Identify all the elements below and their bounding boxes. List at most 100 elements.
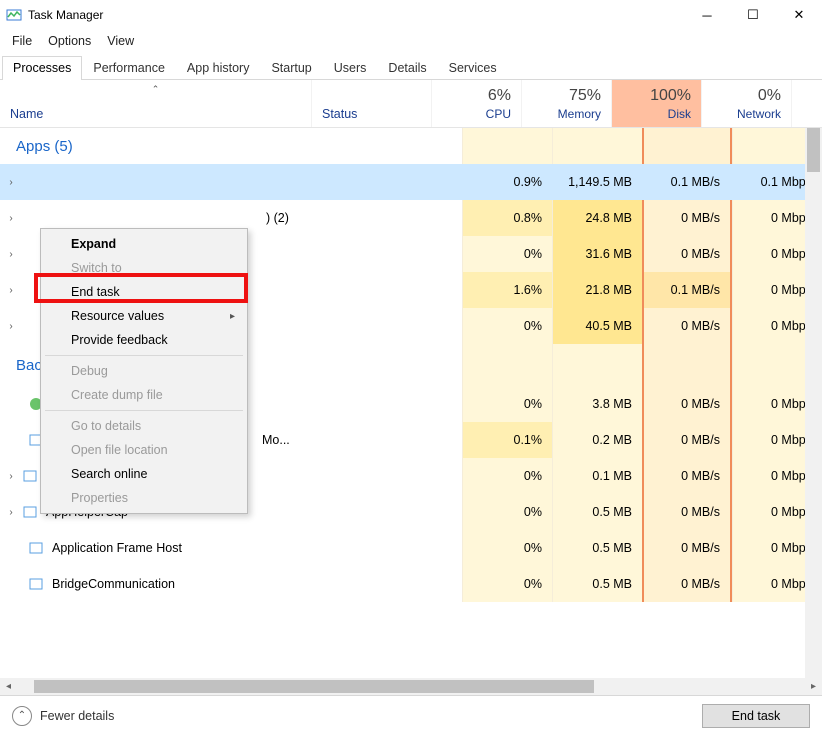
title-bar: Task Manager ─ ☐ ✕ <box>0 0 822 30</box>
expand-icon[interactable]: › <box>4 285 18 296</box>
menu-separator <box>45 410 243 411</box>
tab-processes[interactable]: Processes <box>2 56 82 80</box>
cell-cpu: 0% <box>462 308 552 344</box>
expand-icon[interactable]: › <box>4 213 18 224</box>
menu-bar: File Options View <box>0 30 822 54</box>
ctx-debug: Debug <box>43 359 245 383</box>
cell-cpu: 0% <box>462 386 552 422</box>
cell-memory: 0.5 MB <box>552 494 642 530</box>
process-icon <box>28 540 44 556</box>
process-row[interactable]: Application Frame Host 0% 0.5 MB 0 MB/s … <box>0 530 822 566</box>
submenu-arrow-icon: ▸ <box>230 311 235 322</box>
cell-memory: 0.1 MB <box>552 458 642 494</box>
ctx-resource-values[interactable]: Resource values ▸ <box>43 304 245 328</box>
ctx-properties: Properties <box>43 486 245 510</box>
ctx-open-file-location: Open file location <box>43 438 245 462</box>
expand-icon[interactable]: › <box>4 507 18 518</box>
chevron-up-icon: ⌃ <box>12 706 32 726</box>
cell-memory: 40.5 MB <box>552 308 642 344</box>
minimize-button[interactable]: ─ <box>684 0 730 30</box>
tab-details[interactable]: Details <box>377 56 437 80</box>
process-row[interactable]: › 0.9% 1,149.5 MB 0.1 MB/s 0.1 Mbps <box>0 164 822 200</box>
menu-file[interactable]: File <box>4 32 40 50</box>
header-name[interactable]: ⌃ Name <box>0 80 312 127</box>
fewer-details-toggle[interactable]: ⌃ Fewer details <box>12 706 114 726</box>
app-icon <box>6 7 22 23</box>
ctx-search-online[interactable]: Search online <box>43 462 245 486</box>
ctx-expand[interactable]: Expand <box>43 232 245 256</box>
expand-icon[interactable]: › <box>4 471 18 482</box>
sort-caret-icon: ⌃ <box>152 84 160 95</box>
menu-separator <box>45 355 243 356</box>
ctx-end-task[interactable]: End task <box>43 280 245 304</box>
cell-cpu: 0.1% <box>462 422 552 458</box>
cell-disk: 0.1 MB/s <box>642 164 732 200</box>
ctx-provide-feedback[interactable]: Provide feedback <box>43 328 245 352</box>
cell-cpu: 1.6% <box>462 272 552 308</box>
tab-startup[interactable]: Startup <box>260 56 322 80</box>
context-menu: Expand Switch to End task Resource value… <box>40 228 248 514</box>
scroll-right-icon[interactable]: ▸ <box>805 678 822 695</box>
menu-options[interactable]: Options <box>40 32 99 50</box>
tab-users[interactable]: Users <box>323 56 378 80</box>
expand-icon[interactable]: › <box>4 321 18 332</box>
tab-app-history[interactable]: App history <box>176 56 261 80</box>
cell-memory: 0.5 MB <box>552 566 642 602</box>
maximize-button[interactable]: ☐ <box>730 0 776 30</box>
cell-disk: 0 MB/s <box>642 386 732 422</box>
process-icon <box>22 468 38 484</box>
cell-memory: 21.8 MB <box>552 272 642 308</box>
header-status[interactable]: Status <box>312 80 432 127</box>
header-network[interactable]: 0% Network <box>702 80 792 127</box>
cell-cpu: 0% <box>462 566 552 602</box>
expand-icon[interactable]: › <box>4 249 18 260</box>
cell-cpu: 0.8% <box>462 200 552 236</box>
tab-strip: Processes Performance App history Startu… <box>0 54 822 80</box>
ctx-create-dump: Create dump file <box>43 383 245 407</box>
app-process-icon <box>22 210 38 226</box>
cell-disk: 0 MB/s <box>642 566 732 602</box>
cell-memory: 24.8 MB <box>552 200 642 236</box>
menu-view[interactable]: View <box>99 32 142 50</box>
ctx-switch-to: Switch to <box>43 256 245 280</box>
tab-services[interactable]: Services <box>438 56 508 80</box>
cell-cpu: 0% <box>462 530 552 566</box>
group-apps[interactable]: Apps (5) . . . . <box>0 128 822 164</box>
expand-icon[interactable]: › <box>4 177 18 188</box>
cell-memory: 0.2 MB <box>552 422 642 458</box>
footer-bar: ⌃ Fewer details End task <box>0 695 822 735</box>
cell-cpu: 0.9% <box>462 164 552 200</box>
cell-memory: 31.6 MB <box>552 236 642 272</box>
horizontal-scrollbar[interactable]: ◂ ▸ <box>0 678 822 695</box>
cell-disk: 0 MB/s <box>642 308 732 344</box>
header-disk[interactable]: 100% Disk <box>612 80 702 127</box>
cell-memory: 0.5 MB <box>552 530 642 566</box>
cell-cpu: 0% <box>462 236 552 272</box>
cell-disk: 0 MB/s <box>642 530 732 566</box>
scrollbar-thumb[interactable] <box>34 680 594 693</box>
ctx-go-to-details: Go to details <box>43 414 245 438</box>
column-headers: ⌃ Name Status 6% CPU 75% Memory 100% Dis… <box>0 80 822 128</box>
vertical-scrollbar[interactable] <box>805 128 822 678</box>
scrollbar-thumb[interactable] <box>807 128 820 172</box>
process-row[interactable]: BridgeCommunication 0% 0.5 MB 0 MB/s 0 M… <box>0 566 822 602</box>
cell-disk: 0 MB/s <box>642 236 732 272</box>
window-title: Task Manager <box>22 8 103 22</box>
tab-performance[interactable]: Performance <box>82 56 176 80</box>
scroll-left-icon[interactable]: ◂ <box>0 678 17 695</box>
cell-disk: 0.1 MB/s <box>642 272 732 308</box>
process-icon <box>22 504 38 520</box>
cell-cpu: 0% <box>462 458 552 494</box>
header-memory[interactable]: 75% Memory <box>522 80 612 127</box>
cell-disk: 0 MB/s <box>642 200 732 236</box>
cell-disk: 0 MB/s <box>642 494 732 530</box>
cell-memory: 1,149.5 MB <box>552 164 642 200</box>
cell-memory: 3.8 MB <box>552 386 642 422</box>
process-icon <box>28 576 44 592</box>
header-cpu[interactable]: 6% CPU <box>432 80 522 127</box>
close-button[interactable]: ✕ <box>776 0 822 30</box>
cell-disk: 0 MB/s <box>642 422 732 458</box>
app-process-icon <box>22 174 38 190</box>
cell-disk: 0 MB/s <box>642 458 732 494</box>
end-task-button[interactable]: End task <box>702 704 810 728</box>
